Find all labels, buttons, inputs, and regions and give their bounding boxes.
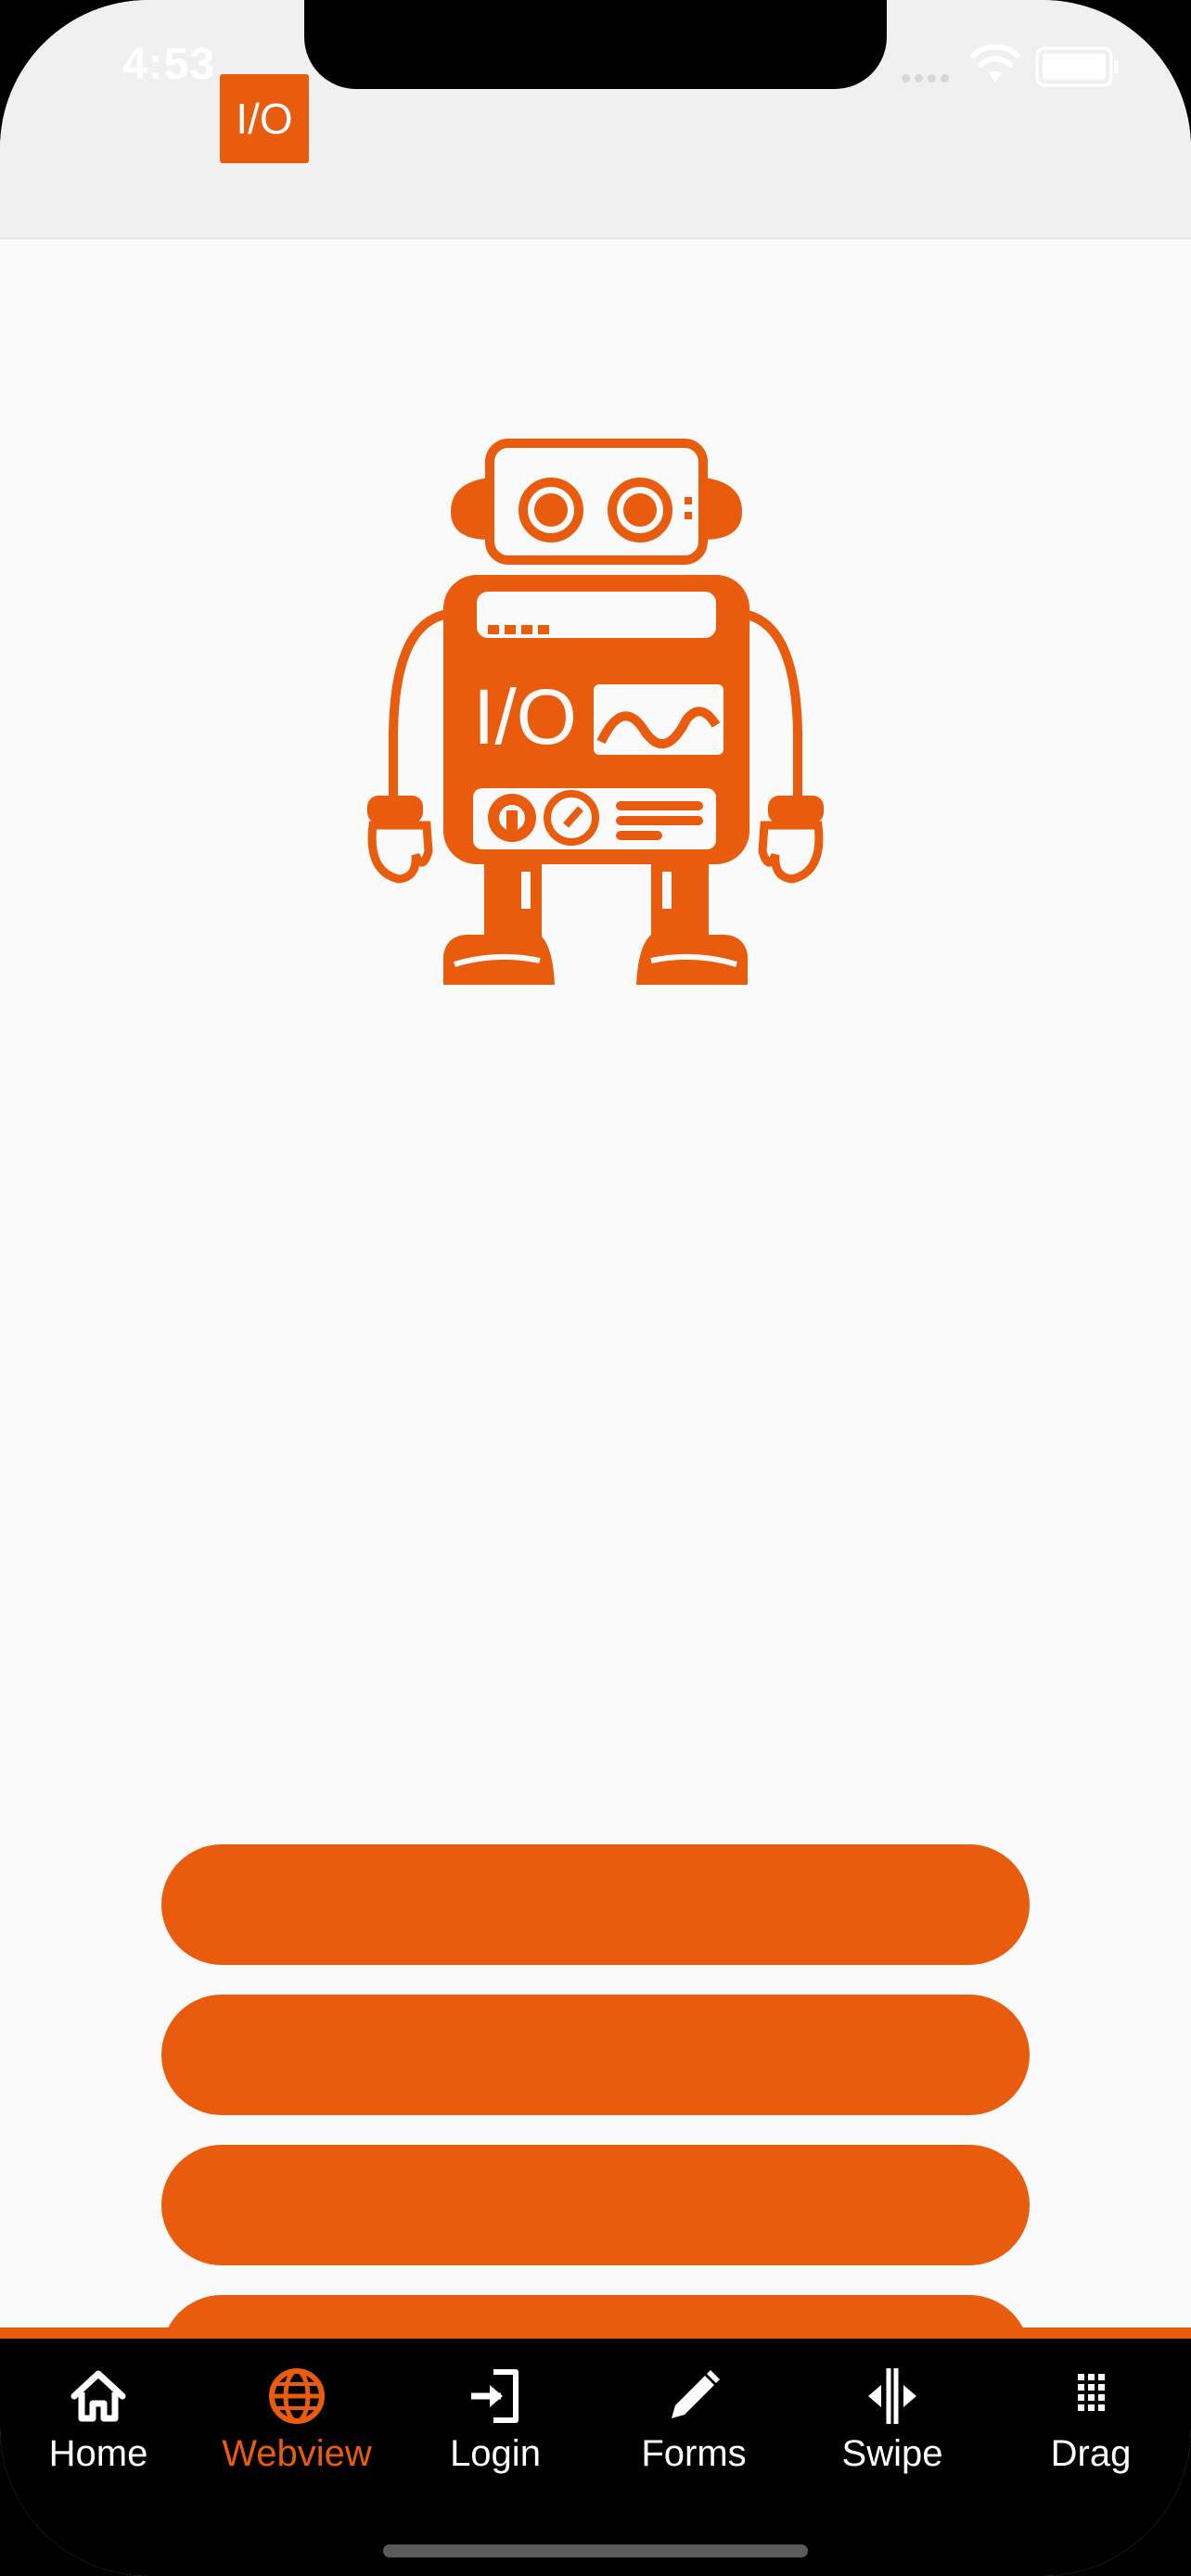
tab-forms[interactable]: Forms <box>610 2366 777 2487</box>
grid-icon <box>1078 2374 1105 2411</box>
swipe-icon <box>868 2368 916 2424</box>
action-button-3[interactable] <box>161 2145 1030 2265</box>
tab-webview[interactable]: Webview <box>213 2366 380 2487</box>
robot-illustration: I/O <box>367 439 824 985</box>
tab-swipe[interactable]: Swipe <box>809 2366 976 2487</box>
device-notch <box>304 0 887 89</box>
action-button-1[interactable] <box>161 1844 1030 1965</box>
status-time: 4:53 <box>122 40 216 89</box>
tab-drag[interactable]: Drag <box>1007 2366 1174 2487</box>
home-icon <box>70 2370 126 2422</box>
login-icon <box>471 2369 519 2423</box>
tab-home[interactable]: Home <box>15 2366 182 2487</box>
wifi-icon <box>970 45 1020 82</box>
pencil-icon <box>672 2370 720 2418</box>
tab-label-forms: Forms <box>641 2433 747 2474</box>
tab-label-login: Login <box>450 2433 541 2474</box>
tab-label-home: Home <box>48 2433 148 2474</box>
action-button-2[interactable] <box>161 1995 1030 2115</box>
svg-text:I/O: I/O <box>236 95 292 143</box>
svg-text:I/O: I/O <box>473 673 577 760</box>
home-indicator[interactable] <box>383 2544 808 2557</box>
tab-login[interactable]: Login <box>412 2366 579 2487</box>
battery-icon <box>1035 46 1119 87</box>
bottom-tab-bar: Home Webview Login Forms Swipe Drag <box>0 2327 1191 2576</box>
globe-icon <box>269 2368 325 2424</box>
cellular-signal-icon <box>902 70 957 83</box>
tab-label-drag: Drag <box>1050 2433 1132 2474</box>
app-screen: I/O 4:53 I/O Home Webview Login Forms Sw… <box>0 0 1191 2576</box>
tab-label-webview: Webview <box>222 2433 372 2474</box>
tab-label-swipe: Swipe <box>841 2433 943 2474</box>
